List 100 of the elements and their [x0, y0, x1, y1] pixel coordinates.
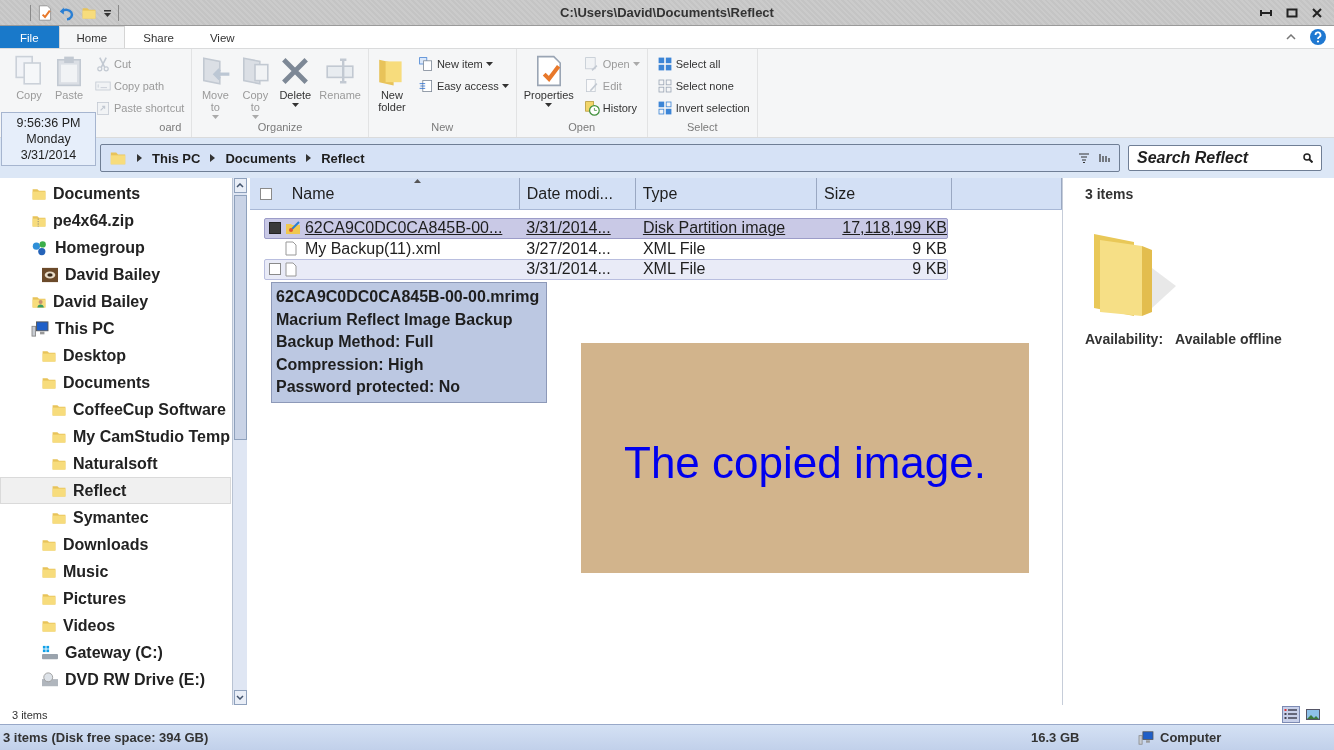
search-field[interactable]: Search Reflect: [1128, 145, 1322, 171]
caret-icon[interactable]: [103, 8, 112, 17]
ribbon-button[interactable]: Select all: [653, 53, 753, 74]
tree-item[interactable]: Videos: [0, 612, 231, 639]
date-cell-text: 3/31/2014...: [525, 219, 612, 238]
grid-icon: [656, 99, 673, 116]
file-row[interactable]: 3/31/2014... XML File 9 KB: [264, 259, 948, 280]
tooltip-line: 62CA9C0DC0CA845B-00-00.mrimg: [276, 287, 541, 307]
ribbon-tab[interactable]: View: [191, 26, 253, 48]
file-row[interactable]: My Backup(11).xml 3/27/2014... XML File 9 KB: [264, 238, 948, 259]
pencil-icon: [583, 77, 600, 94]
scroll-down-icon[interactable]: [236, 695, 244, 700]
type-cell-text: XML File: [641, 260, 707, 279]
breadcrumb[interactable]: Reflect: [321, 150, 365, 166]
tree-item[interactable]: This PC: [0, 315, 231, 342]
tree-item[interactable]: Homegroup: [0, 234, 231, 261]
column-header[interactable]: Type: [635, 178, 818, 209]
dotted-grid-icon: [656, 77, 673, 94]
tree-item[interactable]: Symantec: [0, 504, 231, 531]
ribbon-button[interactable]: Easy access: [414, 75, 512, 96]
shortcut-icon: [95, 99, 111, 116]
properties-icon[interactable]: [37, 4, 53, 21]
type-cell-text: XML File: [641, 239, 707, 258]
columns-icon[interactable]: [1099, 153, 1111, 163]
restore-icon[interactable]: [1286, 7, 1298, 18]
ribbon-button[interactable]: Delete: [276, 53, 315, 121]
item-count: 3 items: [1085, 186, 1135, 202]
chevron-icon[interactable]: [306, 154, 312, 162]
ribbon-tab[interactable]: Share: [125, 26, 192, 48]
tree-item[interactable]: Naturalsoft: [0, 450, 231, 477]
size-cell-text: 9 KB: [911, 239, 947, 258]
tree-item[interactable]: Music: [0, 558, 231, 585]
name-cell-text: My Backup(11).xml: [303, 239, 442, 258]
ribbon-tab[interactable]: Home: [58, 26, 126, 48]
scrollbar[interactable]: [232, 178, 247, 705]
tree-item[interactable]: Documents: [0, 369, 231, 396]
row-checkbox[interactable]: [268, 222, 281, 235]
tree-item[interactable]: My CamStudio Temp: [0, 423, 231, 450]
tree-item[interactable]: pe4x64.zip: [0, 207, 231, 234]
thumbnails-view-button[interactable]: [1304, 706, 1322, 723]
tooltip-line: Compression: High: [276, 354, 425, 375]
breadcrumb[interactable]: This PC: [152, 150, 201, 166]
row-checkbox[interactable]: [268, 263, 281, 276]
tree-item[interactable]: DVD RW Drive (E:): [0, 666, 231, 693]
chevron-icon[interactable]: [210, 154, 216, 162]
sort-arrow-icon: [413, 179, 421, 183]
size-cell-text: 17,118,199 KB: [841, 219, 947, 238]
close-icon[interactable]: [1312, 7, 1322, 18]
image-file-icon: [284, 221, 301, 236]
ribbon-button[interactable]: New folder: [372, 53, 411, 121]
availability-value: Available offline: [1175, 331, 1282, 347]
group-label: New: [431, 121, 454, 135]
chevron-icon[interactable]: [137, 154, 142, 162]
user-picture-icon: [41, 266, 59, 283]
name-cell-text: 62CA9C0DC0CA845B-00...: [303, 219, 504, 238]
tree-item[interactable]: Pictures: [0, 585, 231, 612]
column-header[interactable]: Name: [285, 178, 520, 209]
tree-item[interactable]: Documents: [0, 180, 231, 207]
grid-icon: [656, 55, 673, 72]
group-label: Select: [686, 121, 718, 135]
group-label: Organize: [257, 121, 303, 135]
window-title: C:\Users\David\Documents\Reflect: [560, 5, 774, 20]
tree-item[interactable]: Desktop: [0, 342, 231, 369]
tree-item[interactable]: Gateway (C:): [0, 639, 231, 666]
ribbon-tab[interactable]: File: [0, 26, 59, 48]
document-icon: [284, 241, 297, 257]
tree-item[interactable]: David Bailey: [0, 288, 231, 315]
breadcrumb[interactable]: Documents: [225, 150, 297, 166]
file-row[interactable]: 62CA9C0DC0CA845B-00... 3/31/2014... Disk Partition image 17,118,199 KB: [264, 218, 948, 239]
column-header[interactable]: Date modi...: [519, 178, 636, 209]
column-header[interactable]: Size: [817, 178, 952, 209]
availability-label: Availability:: [1085, 331, 1164, 347]
status-size: 16.3 GB: [1031, 730, 1081, 745]
minimize-icon[interactable]: [1260, 7, 1272, 18]
status-location: Computer: [1160, 730, 1222, 745]
tree-item[interactable]: CoffeeCup Software: [0, 396, 231, 423]
status-text: 3 items (Disk free space: 394 GB): [2, 730, 210, 745]
ribbon-button[interactable]: Properties: [520, 53, 577, 121]
disc-drive-icon: [41, 671, 59, 688]
ribbon-button[interactable]: Invert selection: [653, 97, 753, 118]
filter-icon[interactable]: [1079, 153, 1089, 163]
tree-item[interactable]: Downloads: [0, 531, 231, 558]
help-icon[interactable]: [1310, 29, 1326, 45]
scroll-up-icon[interactable]: [236, 183, 244, 188]
new-item-icon: [417, 55, 434, 72]
ribbon-button[interactable]: Select none: [653, 75, 753, 96]
select-all-checkbox[interactable]: [260, 187, 272, 200]
tree-item[interactable]: Reflect: [0, 477, 231, 504]
ribbon-button[interactable]: New item: [414, 53, 512, 74]
details-view-button[interactable]: [1282, 706, 1300, 723]
tooltip-line: Backup Method: Full: [276, 332, 435, 352]
tree-item[interactable]: David Bailey: [0, 261, 231, 288]
open-icon: [583, 55, 600, 72]
ribbon-button[interactable]: History: [580, 97, 643, 118]
address-bar[interactable]: This PC Documents Reflect: [100, 144, 1120, 172]
group-label: Open: [568, 121, 596, 135]
homegroup-icon: [31, 238, 49, 257]
computer-icon: [31, 320, 49, 337]
collapse-icon[interactable]: [1286, 34, 1296, 40]
item-count: 3 items: [12, 708, 48, 721]
